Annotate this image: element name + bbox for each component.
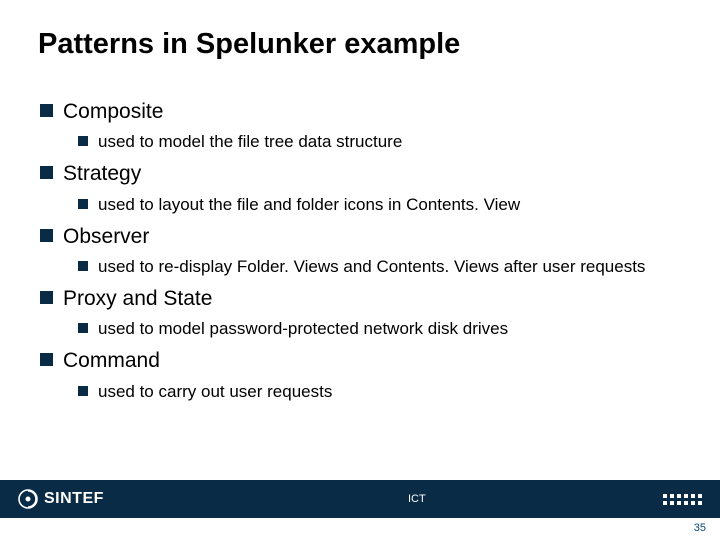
bullet-level1: Command [40, 348, 680, 374]
slide-content: Composite used to model the file tree da… [0, 61, 720, 403]
bullet-level2: used to model the file tree data structu… [78, 131, 680, 153]
square-bullet-icon [40, 291, 53, 304]
square-bullet-icon [78, 261, 88, 271]
subitem-label: used to model password-protected network… [98, 318, 508, 340]
bullet-level1: Composite [40, 99, 680, 125]
decorative-dots-icon [663, 494, 702, 505]
list-item: Proxy and State used to model password-p… [40, 286, 680, 340]
bullet-level1: Proxy and State [40, 286, 680, 312]
list-item: Composite used to model the file tree da… [40, 99, 680, 153]
unit-label: ICT [408, 493, 426, 505]
square-bullet-icon [40, 229, 53, 242]
subitem-label: used to model the file tree data structu… [98, 131, 402, 153]
page-number: 35 [694, 522, 706, 534]
list-item: Strategy used to layout the file and fol… [40, 161, 680, 215]
list-item: Observer used to re-display Folder. View… [40, 224, 680, 278]
square-bullet-icon [78, 136, 88, 146]
square-bullet-icon [78, 323, 88, 333]
list-item: Command used to carry out user requests [40, 348, 680, 402]
bullet-level2: used to layout the file and folder icons… [78, 194, 680, 216]
slide-title: Patterns in Spelunker example [0, 0, 720, 61]
footer-bar: SINTEF ICT [0, 480, 720, 518]
bullet-level2: used to model password-protected network… [78, 318, 680, 340]
brand-logo: SINTEF [18, 489, 104, 509]
bullet-level2: used to re-display Folder. Views and Con… [78, 256, 680, 278]
sintef-logo-icon [18, 489, 38, 509]
item-label: Strategy [63, 161, 141, 187]
bullet-level1: Strategy [40, 161, 680, 187]
square-bullet-icon [78, 386, 88, 396]
bullet-level1: Observer [40, 224, 680, 250]
brand-name: SINTEF [44, 490, 104, 508]
item-label: Proxy and State [63, 286, 212, 312]
slide: Patterns in Spelunker example Composite … [0, 0, 720, 540]
subitem-label: used to carry out user requests [98, 381, 332, 403]
item-label: Composite [63, 99, 163, 125]
subitem-label: used to re-display Folder. Views and Con… [98, 256, 645, 278]
bullet-level2: used to carry out user requests [78, 381, 680, 403]
square-bullet-icon [78, 199, 88, 209]
subitem-label: used to layout the file and folder icons… [98, 194, 520, 216]
item-label: Command [63, 348, 160, 374]
square-bullet-icon [40, 166, 53, 179]
item-label: Observer [63, 224, 149, 250]
square-bullet-icon [40, 353, 53, 366]
square-bullet-icon [40, 104, 53, 117]
